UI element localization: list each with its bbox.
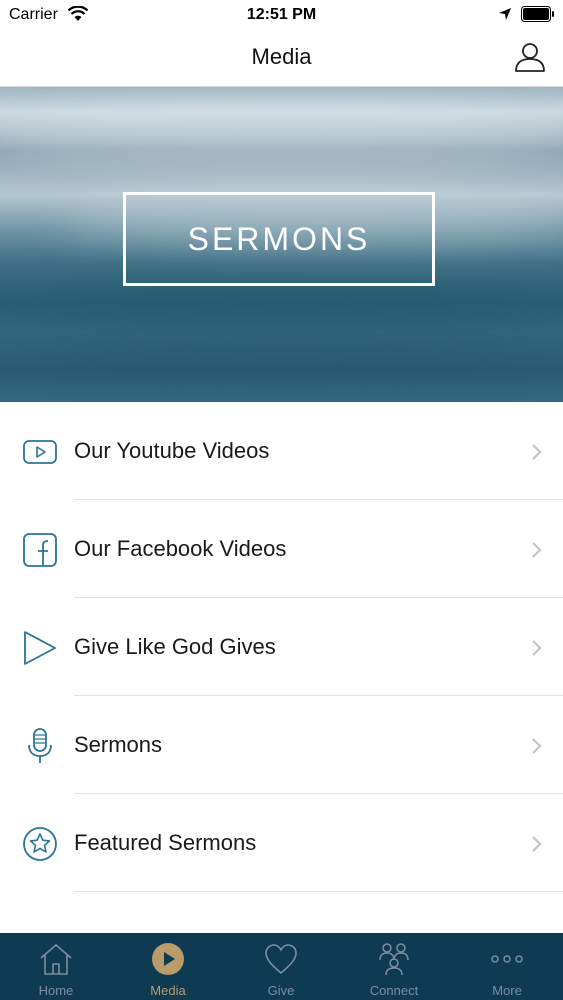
menu-item-label: Give Like God Gives (74, 634, 276, 659)
tab-bar: Home Media Give Connect More (0, 933, 563, 1000)
microphone-icon (28, 728, 52, 763)
menu-item-sermons[interactable]: Sermons (0, 696, 563, 794)
more-dots-icon (491, 955, 523, 963)
tab-connect[interactable]: Connect (338, 933, 450, 1000)
star-icon (23, 827, 57, 861)
chevron-right-icon (532, 738, 542, 754)
home-icon (40, 944, 72, 975)
people-icon (379, 943, 409, 976)
tab-label: Give (267, 983, 295, 998)
clock: 12:51 PM (246, 6, 317, 23)
chevron-right-icon (532, 542, 542, 558)
chevron-right-icon (532, 444, 542, 460)
menu-item-label: Featured Sermons (74, 830, 257, 855)
sermons-banner[interactable]: SERMONS (0, 87, 563, 402)
tab-media[interactable]: Media (112, 933, 224, 1000)
tab-give[interactable]: Give (225, 933, 337, 1000)
location-arrow-icon (499, 8, 511, 20)
menu-item-featured-sermons[interactable]: Featured Sermons (0, 794, 563, 892)
media-play-icon (152, 943, 184, 975)
media-menu-list: Our Youtube Videos Our Facebook Videos G… (0, 402, 563, 892)
tab-home[interactable]: Home (0, 933, 112, 1000)
facebook-icon (23, 533, 57, 567)
tab-more[interactable]: More (451, 933, 563, 1000)
play-icon (24, 631, 56, 665)
menu-item-facebook-videos[interactable]: Our Facebook Videos (0, 500, 563, 598)
tab-label: Media (150, 983, 186, 998)
tab-label: Home (38, 983, 74, 998)
battery-icon (521, 6, 554, 22)
banner-title: SERMONS (187, 221, 371, 257)
banner-texture (0, 287, 563, 367)
menu-item-label: Our Facebook Videos (74, 536, 287, 561)
navigation-bar: Media (0, 30, 563, 87)
chevron-right-icon (532, 836, 542, 852)
user-icon[interactable] (513, 40, 547, 74)
tab-label: More (492, 983, 522, 998)
page-title: Media (251, 44, 312, 69)
youtube-icon (23, 440, 57, 464)
status-bar: Carrier 12:51 PM (0, 0, 563, 30)
banner-texture (0, 107, 563, 167)
menu-item-youtube-videos[interactable]: Our Youtube Videos (0, 402, 563, 500)
heart-icon (265, 944, 297, 974)
tab-label: Connect (369, 983, 419, 998)
menu-item-give-like-god-gives[interactable]: Give Like God Gives (0, 598, 563, 696)
menu-item-label: Sermons (74, 732, 163, 757)
divider (74, 891, 563, 892)
menu-item-label: Our Youtube Videos (74, 438, 270, 463)
chevron-right-icon (532, 640, 542, 656)
